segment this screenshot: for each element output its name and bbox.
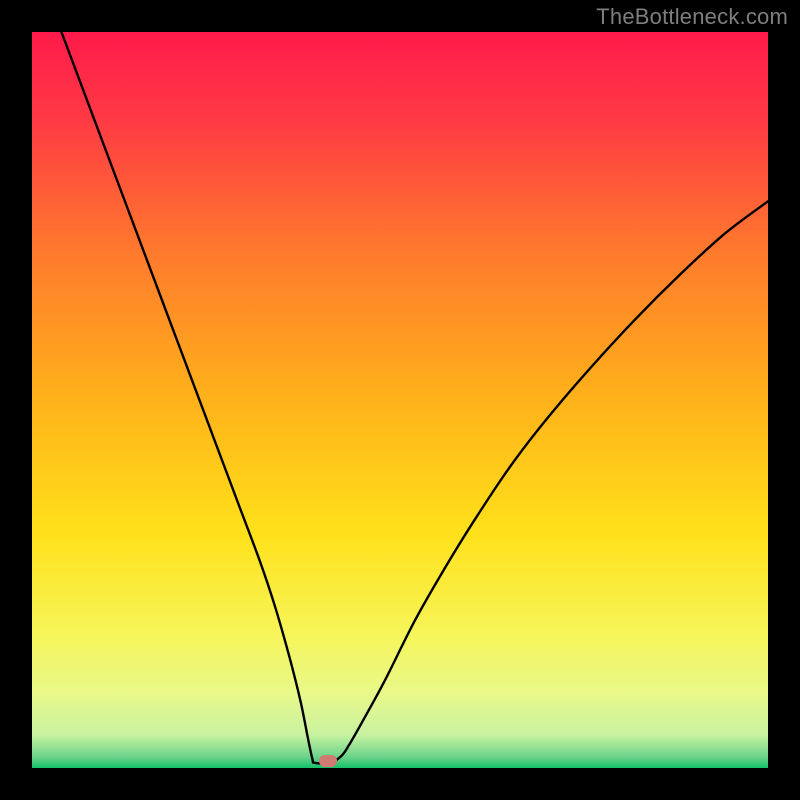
optimal-point-marker bbox=[319, 755, 337, 767]
bottleneck-curve bbox=[32, 32, 768, 768]
watermark-text: TheBottleneck.com bbox=[596, 4, 788, 30]
chart-frame: TheBottleneck.com bbox=[0, 0, 800, 800]
plot-area bbox=[32, 32, 768, 768]
